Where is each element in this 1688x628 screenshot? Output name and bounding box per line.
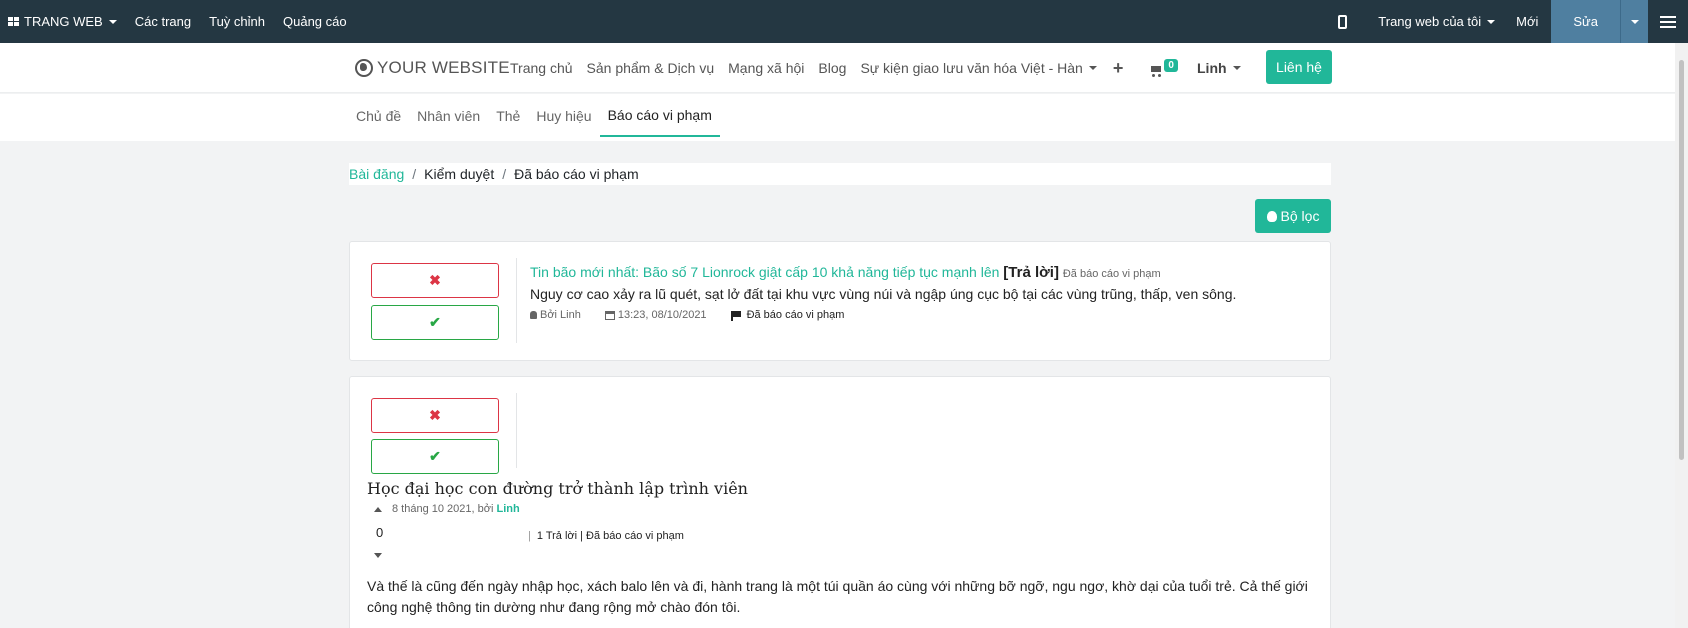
accept-button[interactable]: ✔ (371, 439, 499, 474)
divider (516, 393, 517, 468)
breadcrumb-posts[interactable]: Bài đăng (349, 166, 404, 182)
upvote-icon[interactable] (374, 506, 382, 512)
check-icon: ✔ (429, 448, 441, 464)
pages-menu[interactable]: Các trang (126, 0, 200, 43)
site-header: YOUR WEBSITE Trang chủ Sản phẩm & Dịch v… (0, 43, 1688, 93)
post-meta: Bởi Linh 13:23, 08/10/2021 Đã báo cáo vi… (530, 309, 844, 321)
calendar-icon (604, 310, 615, 320)
post-title-line: Tin bão mới nhất: Bão số 7 Lionrock giật… (530, 264, 1161, 281)
breadcrumb-separator: / (502, 166, 507, 182)
edit-button[interactable]: Sửa (1551, 0, 1620, 43)
post-title-link[interactable]: Tin bão mới nhất: Bão số 7 Lionrock giật… (530, 264, 999, 280)
post-status: Đã báo cáo vi phạm (1062, 268, 1161, 280)
question-title[interactable]: Học đại học con đường trở thành lập trìn… (367, 479, 748, 498)
breadcrumb: Bài đăng / Kiểm duyệt / Đã báo cáo vi ph… (349, 163, 1331, 185)
reject-button[interactable]: ✖ (371, 263, 499, 298)
vote-count: 0 (376, 525, 384, 540)
breadcrumb-current: Đã báo cáo vi phạm (514, 166, 639, 182)
downvote-icon[interactable] (374, 553, 382, 558)
post-datetime: 13:23, 08/10/2021 (617, 309, 707, 321)
globe-icon (355, 59, 373, 77)
cart-count-badge: 0 (1164, 59, 1178, 72)
flag-icon (730, 310, 741, 321)
post-excerpt: Nguy cơ cao xảy ra lũ quét, sạt lở đất t… (530, 286, 1237, 302)
site-logo-text: YOUR WEBSITE (377, 58, 510, 77)
chevron-down-icon (1630, 19, 1639, 24)
hamburger-menu-icon[interactable] (1648, 0, 1688, 43)
question-author[interactable]: Linh (496, 503, 519, 515)
admin-bar: TRANG WEB Các trang Tuỳ chỉnh Quảng cáo … (0, 0, 1688, 43)
question-stats-text: 1 Trả lời | Đã báo cáo vi phạm (536, 530, 684, 542)
user-menu[interactable]: Linh (1197, 60, 1241, 76)
post-author: Bởi Linh (540, 309, 581, 321)
reported-post-card: ✖ ✔ Tin bão mới nhất: Bão số 7 Lionrock … (349, 241, 1331, 361)
contact-button[interactable]: Liên hệ (1266, 50, 1332, 84)
question-stats: | 1 Trả lời | Đã báo cáo vi phạm (528, 530, 684, 542)
nav-blog[interactable]: Blog (818, 60, 846, 76)
bug-icon (1266, 210, 1277, 222)
add-menu-item-icon[interactable]: + (1113, 58, 1124, 79)
question-date: 8 tháng 10 2021, bởi (392, 503, 494, 515)
filter-button[interactable]: Bộ lọc (1255, 199, 1331, 233)
new-button[interactable]: Mới (1504, 0, 1551, 43)
close-icon: ✖ (429, 407, 441, 423)
my-website-label: Trang web của tôi (1378, 14, 1482, 29)
nav-products[interactable]: Sản phẩm & Dịch vụ (587, 60, 715, 76)
accept-button[interactable]: ✔ (371, 305, 499, 340)
filter-label: Bộ lọc (1280, 208, 1320, 224)
site-logo[interactable]: YOUR WEBSITE (355, 58, 510, 78)
question-meta: 8 tháng 10 2021, bởi Linh (374, 503, 520, 515)
main-nav: Trang chủ Sản phẩm & Dịch vụ Mạng xã hội… (510, 43, 1178, 93)
reject-button[interactable]: ✖ (371, 398, 499, 433)
flag-status: Đã báo cáo vi phạm (746, 309, 845, 321)
close-icon: ✖ (429, 272, 441, 288)
tab-tags[interactable]: Thẻ (488, 94, 528, 137)
user-name: Linh (1197, 60, 1227, 76)
tab-topics[interactable]: Chủ đề (348, 94, 409, 137)
nav-events-label: Sự kiện giao lưu văn hóa Việt - Hàn (860, 60, 1083, 76)
tab-reports[interactable]: Báo cáo vi phạm (599, 94, 720, 137)
reported-question-card: ✖ ✔ Học đại học con đường trở thành lập … (349, 376, 1331, 628)
nav-social[interactable]: Mạng xã hội (728, 60, 804, 76)
my-website-menu[interactable]: Trang web của tôi (1369, 0, 1504, 43)
chevron-down-icon (1088, 66, 1097, 70)
breadcrumb-separator: / (412, 166, 417, 182)
nav-events[interactable]: Sự kiện giao lưu văn hóa Việt - Hàn (860, 60, 1097, 76)
chevron-down-icon (1232, 66, 1241, 70)
customize-menu[interactable]: Tuỳ chỉnh (200, 0, 274, 43)
question-body: Và thế là cũng đến ngày nhập học, xách b… (367, 578, 1308, 615)
chevron-down-icon (1487, 19, 1496, 24)
website-menu-label: TRANG WEB (24, 14, 103, 29)
website-menu[interactable]: TRANG WEB (0, 0, 126, 43)
divider (516, 258, 517, 343)
chevron-down-icon (108, 19, 117, 24)
reply-tag: [Trả lời] (1003, 264, 1059, 281)
breadcrumb-moderation: Kiểm duyệt (424, 166, 495, 182)
cart-link[interactable]: 0 (1149, 59, 1178, 77)
edit-dropdown-toggle[interactable] (1620, 0, 1648, 43)
promote-menu[interactable]: Quảng cáo (274, 0, 356, 43)
tab-badges[interactable]: Huy hiệu (528, 94, 599, 137)
nav-home[interactable]: Trang chủ (510, 60, 573, 76)
apps-grid-icon (8, 16, 20, 27)
mobile-preview-icon[interactable] (1338, 14, 1348, 29)
user-icon (530, 311, 537, 319)
scrollbar-thumb[interactable] (1679, 60, 1684, 460)
cart-icon (1149, 65, 1163, 77)
tab-staff[interactable]: Nhân viên (409, 94, 488, 137)
check-icon: ✔ (429, 314, 441, 330)
forum-subnav: Chủ đề Nhân viên Thẻ Huy hiệu Báo cáo vi… (0, 94, 1688, 141)
